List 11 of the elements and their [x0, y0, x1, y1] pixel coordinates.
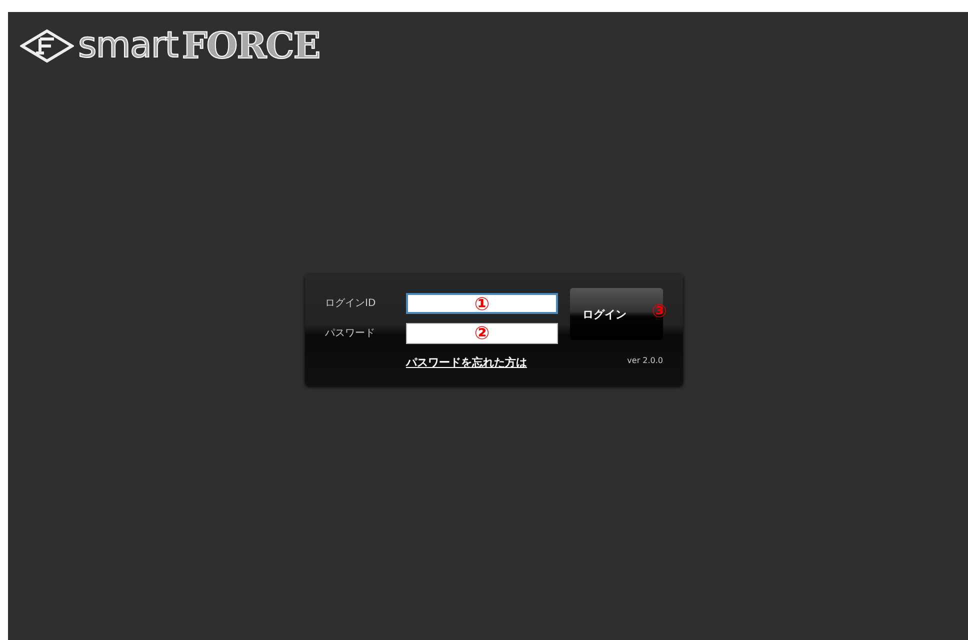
field-label: ログインID — [325, 297, 377, 310]
forgot-password-link[interactable]: パスワードを忘れた方は — [406, 354, 527, 370]
number-marker: ② — [474, 324, 490, 342]
logo-text: FORCE — [182, 26, 320, 66]
input-field[interactable]: ② — [406, 322, 558, 344]
number-marker: ① — [474, 294, 490, 312]
logo-text: smart — [78, 26, 178, 66]
version-text: ver 2.0.0 — [627, 356, 663, 365]
logo-icon — [20, 29, 74, 63]
field-label: パスワード — [325, 327, 376, 340]
input-field[interactable]: ① — [406, 292, 558, 314]
